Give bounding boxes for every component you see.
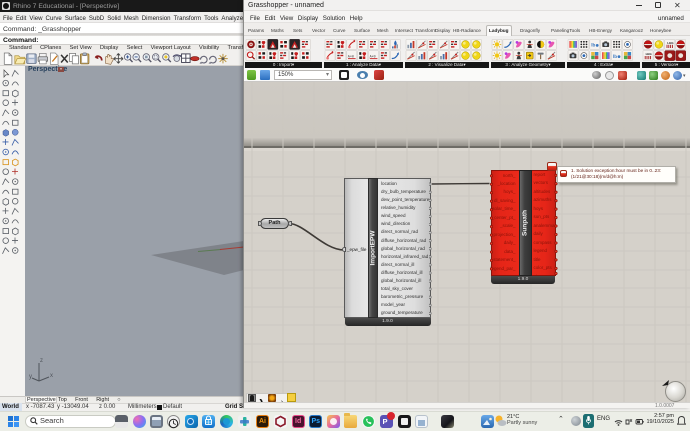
svg-text:LEG: LEG <box>646 52 653 56</box>
svg-text:x: x <box>50 373 53 379</box>
svg-text:z: z <box>40 358 43 364</box>
svg-text:lb: lb <box>613 54 617 59</box>
svg-text:y: y <box>29 374 32 380</box>
svg-text:lb: lb <box>591 43 595 48</box>
svg-text:LEG: LEG <box>667 41 674 45</box>
